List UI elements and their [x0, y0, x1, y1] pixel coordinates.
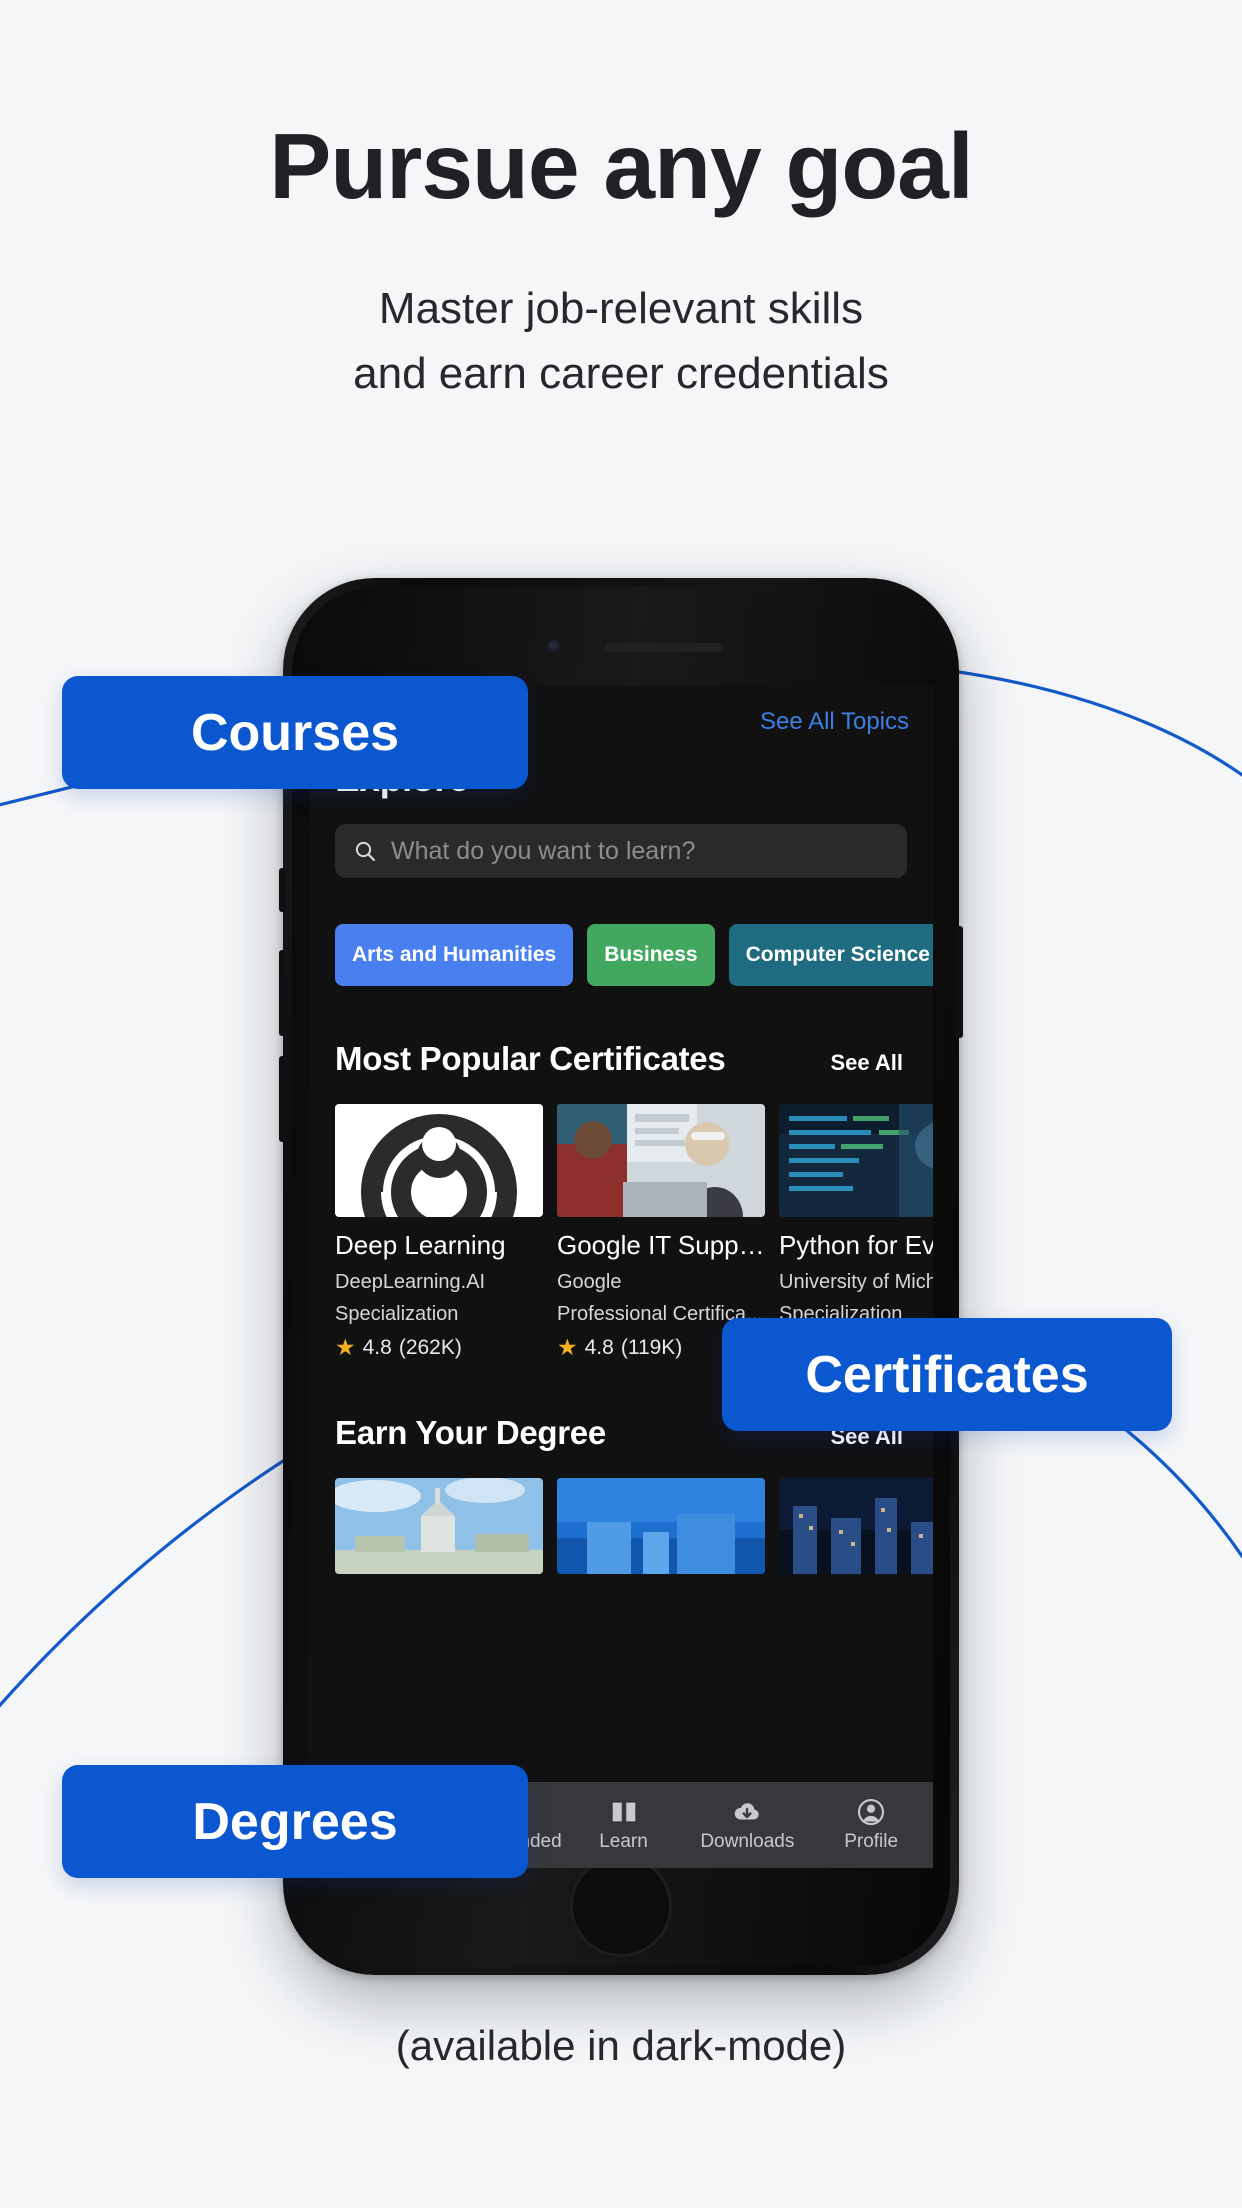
star-icon: ★: [335, 1334, 356, 1361]
callout-courses: Courses: [62, 676, 528, 789]
volume-up-button[interactable]: [279, 950, 286, 1036]
callout-label: Courses: [190, 703, 400, 762]
tab-learn[interactable]: Learn: [562, 1797, 686, 1853]
hero-subtitle: Master job-relevant skills and earn care…: [0, 276, 1242, 406]
home-button[interactable]: [570, 1855, 672, 1957]
course-thumbnail: [557, 1104, 765, 1217]
degree-card[interactable]: [557, 1477, 765, 1574]
see-all-link[interactable]: See All: [830, 1050, 903, 1076]
category-chip-label: Arts and Humanities: [352, 943, 557, 966]
degree-card[interactable]: [779, 1477, 933, 1574]
it-support-photo: [557, 1104, 765, 1217]
book-icon: [612, 1802, 635, 1822]
person-icon: [858, 1798, 885, 1826]
sky-building-photo: [557, 1477, 765, 1574]
category-chip-label: Business: [604, 943, 698, 966]
search-placeholder: What do you want to learn?: [391, 836, 696, 865]
footer-caption: (available in dark-mode): [395, 2022, 847, 2069]
search-icon: [355, 841, 376, 862]
download-cloud-icon: [735, 1803, 760, 1820]
see-all-topics-link[interactable]: See All Topics: [760, 708, 909, 736]
volume-down-button[interactable]: [279, 1056, 286, 1142]
page-title: Pursue any goal: [269, 114, 973, 218]
hero-subtitle-line-1: Master job-relevant skills: [378, 283, 864, 333]
callout-label: Degrees: [192, 1792, 398, 1851]
category-chip-business[interactable]: Business: [587, 924, 715, 986]
course-thumbnail: [335, 1104, 543, 1217]
course-provider: University of Michigan: [779, 1270, 933, 1293]
degree-card[interactable]: [335, 1477, 543, 1574]
rating-value: 4.8: [362, 1335, 392, 1359]
star-icon: ★: [557, 1334, 578, 1361]
rating-count: (262K): [398, 1335, 462, 1359]
section-title: Earn Your Degree: [335, 1413, 606, 1451]
category-chip-label: Computer Science: [745, 943, 930, 966]
course-thumbnail: [779, 1104, 933, 1217]
tab-label: Learn: [599, 1831, 648, 1852]
rating-count: (119K): [620, 1335, 683, 1359]
hero-subtitle-line-2: and earn career credentials: [353, 348, 889, 398]
section-header-certificates: Most Popular Certificates See All: [335, 1040, 903, 1078]
campus-photo: [335, 1477, 543, 1574]
callout-degrees: Degrees: [62, 1765, 528, 1878]
section-title: Most Popular Certificates: [335, 1040, 726, 1077]
coursera-app: See All Topics Explore What do you want …: [309, 686, 933, 1868]
phone-screen: See All Topics Explore What do you want …: [309, 686, 933, 1868]
callout-label: Certificates: [805, 1345, 1089, 1404]
deeplearning-ai-logo: [335, 1104, 543, 1217]
front-camera: [547, 640, 562, 655]
tab-downloads[interactable]: Downloads: [685, 1797, 809, 1853]
course-rating: ★ 4.8 (262K): [335, 1336, 543, 1360]
course-type: Specialization: [335, 1302, 459, 1325]
callout-certificates: Certificates: [722, 1318, 1172, 1431]
course-card[interactable]: Deep Learning DeepLearning.AI Specializa…: [335, 1104, 543, 1360]
course-title: Google IT Support: [557, 1231, 765, 1260]
course-provider: Google: [557, 1270, 622, 1293]
night-city-photo: [779, 1477, 933, 1574]
python-code-photo: [779, 1104, 933, 1217]
search-input[interactable]: What do you want to learn?: [335, 824, 907, 878]
hero-section: Pursue any goal Master job-relevant skil…: [0, 0, 1242, 406]
power-button[interactable]: [956, 926, 963, 1038]
category-chip-computer-science[interactable]: Computer Science: [728, 924, 933, 986]
course-title: Python for Everybody: [779, 1231, 933, 1260]
course-provider: DeepLearning.AI: [335, 1270, 486, 1293]
tab-label: Downloads: [700, 1831, 795, 1852]
rating-value: 4.8: [584, 1335, 614, 1359]
tab-profile[interactable]: Profile: [809, 1797, 933, 1853]
course-title: Deep Learning: [335, 1231, 506, 1260]
earpiece-speaker: [605, 643, 723, 652]
degree-card-list: [335, 1477, 933, 1574]
category-chip-arts[interactable]: Arts and Humanities: [335, 924, 574, 986]
silent-switch[interactable]: [279, 868, 286, 912]
category-chip-list[interactable]: Arts and Humanities Business Computer Sc…: [335, 924, 933, 986]
tab-label: Profile: [844, 1831, 899, 1852]
